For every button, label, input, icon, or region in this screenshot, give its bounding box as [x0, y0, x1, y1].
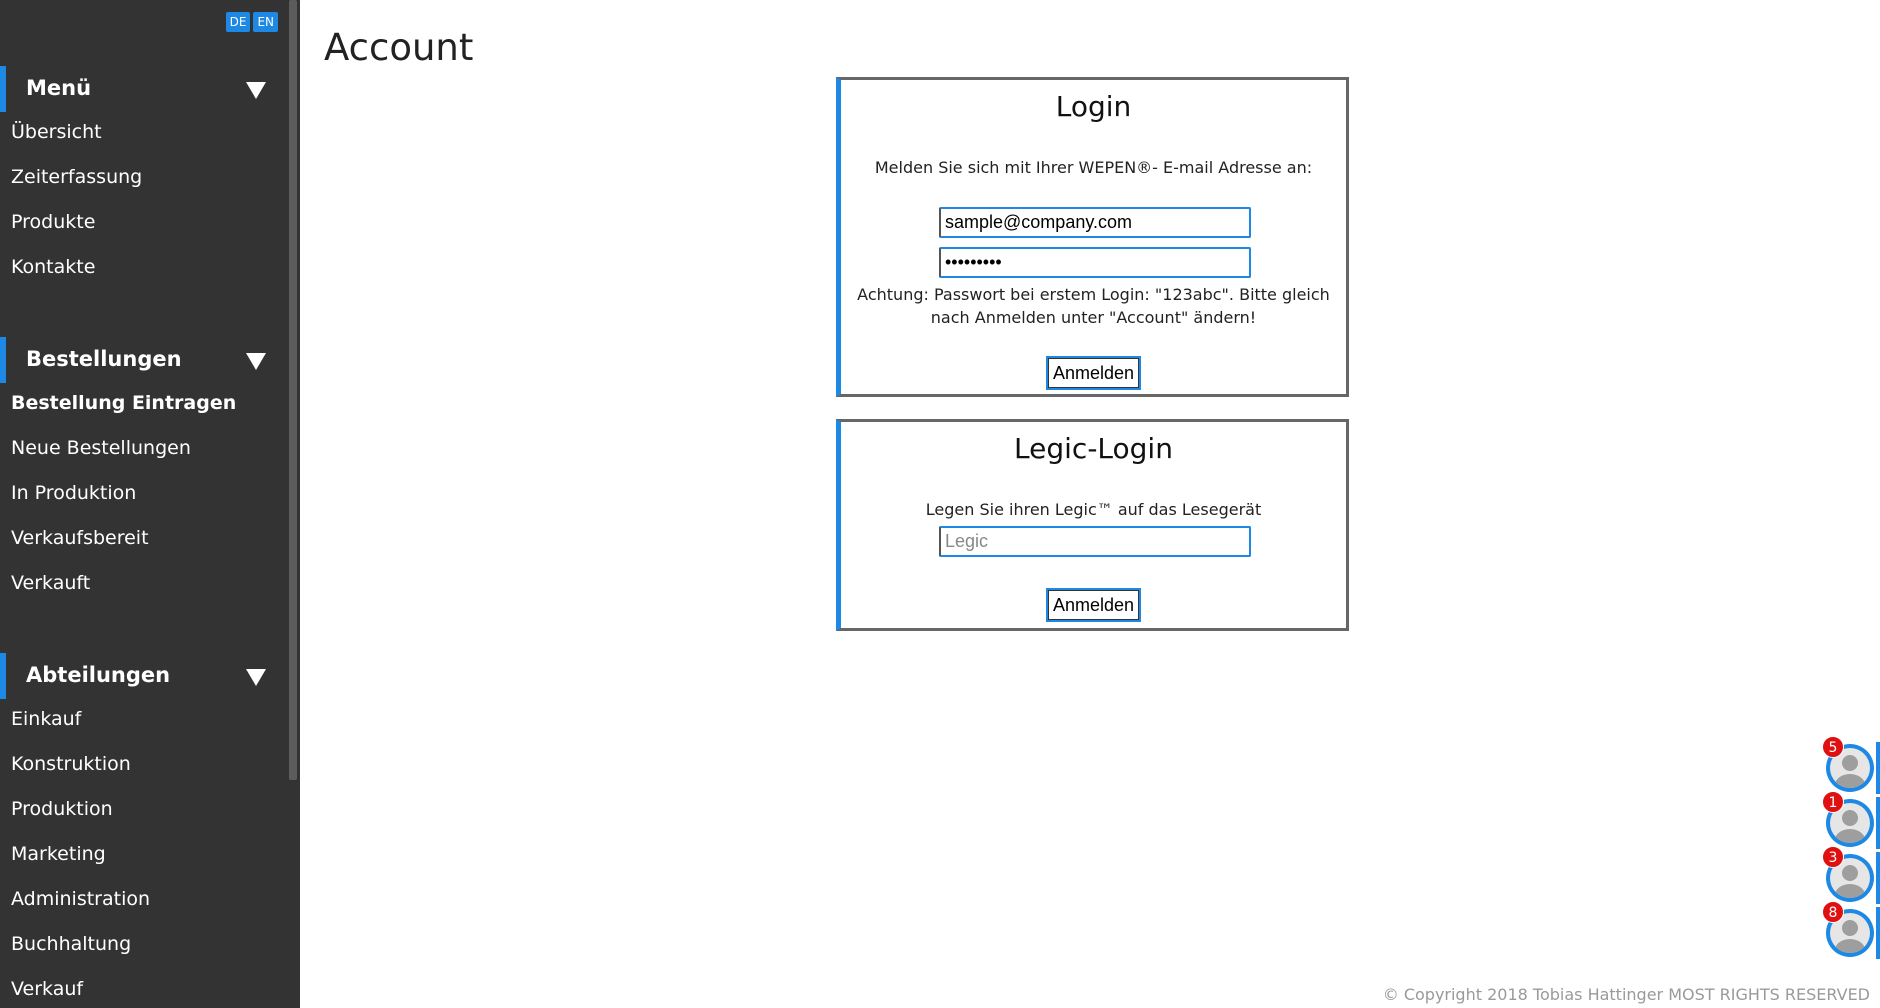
collapse-triangle-icon[interactable]: [246, 669, 266, 686]
sidebar-section-bestellungen[interactable]: Bestellungen: [0, 337, 289, 383]
avatar-edge: [1876, 852, 1880, 904]
login-card: Login Melden Sie sich mit Ihrer WEPEN®- …: [836, 77, 1349, 397]
copyright-footer: © Copyright 2018 Tobias Hattinger MOST R…: [1382, 985, 1870, 1004]
legic-input[interactable]: [939, 526, 1251, 557]
sidebar-item-produkte[interactable]: Produkte: [11, 211, 95, 233]
notification-badge: 1: [1822, 791, 1844, 813]
contact-avatar[interactable]: 5: [1822, 736, 1880, 794]
collapse-triangle-icon[interactable]: [246, 353, 266, 370]
sidebar-scrollbar[interactable]: [289, 0, 297, 780]
sidebar-section-abteilungen[interactable]: Abteilungen: [0, 653, 289, 699]
sidebar-item-bestellung-eintragen[interactable]: Bestellung Eintragen: [11, 392, 236, 414]
sidebar-item-neue-bestellungen[interactable]: Neue Bestellungen: [11, 437, 191, 459]
language-switcher: DE EN: [225, 12, 278, 32]
section-accent-bar: [0, 337, 6, 383]
sidebar-section-title: Bestellungen: [26, 347, 182, 371]
sidebar-section-menu[interactable]: Menü: [0, 66, 289, 112]
legic-login-title: Legic-Login: [1014, 432, 1173, 465]
legic-submit-button[interactable]: Anmelden: [1046, 588, 1141, 622]
sidebar-section-title: Menü: [26, 76, 92, 100]
notification-badge: 5: [1822, 736, 1844, 758]
avatar-edge: [1876, 742, 1880, 794]
page-title: Account: [324, 26, 474, 69]
section-accent-bar: [0, 653, 6, 699]
login-submit-button[interactable]: Anmelden: [1046, 356, 1141, 390]
login-title: Login: [1055, 90, 1132, 123]
legic-login-card: Legic-Login Legen Sie ihren Legic™ auf d…: [836, 419, 1349, 631]
sidebar: DE EN Menü Übersicht Zeiterfassung Produ…: [0, 0, 300, 1008]
notification-badge: 8: [1822, 901, 1844, 923]
avatar-edge: [1876, 907, 1880, 959]
sidebar-item-uebersicht[interactable]: Übersicht: [11, 121, 102, 143]
login-warning: Achtung: Passwort bei erstem Login: "123…: [857, 285, 1330, 327]
sidebar-item-verkauf[interactable]: Verkauf: [11, 978, 83, 1000]
section-accent-bar: [0, 66, 6, 112]
legic-instruction: Legen Sie ihren Legic™ auf das Lesegerät: [925, 500, 1262, 519]
notification-badge: 3: [1822, 846, 1844, 868]
sidebar-item-konstruktion[interactable]: Konstruktion: [11, 753, 131, 775]
collapse-triangle-icon[interactable]: [246, 82, 266, 99]
language-en-button[interactable]: EN: [253, 12, 278, 32]
sidebar-item-administration[interactable]: Administration: [11, 888, 150, 910]
login-instruction: Melden Sie sich mit Ihrer WEPEN®- E-mail…: [874, 158, 1313, 177]
email-input[interactable]: [939, 207, 1251, 238]
sidebar-item-produktion[interactable]: Produktion: [11, 798, 113, 820]
sidebar-item-verkauft[interactable]: Verkauft: [11, 572, 90, 594]
sidebar-item-buchhaltung[interactable]: Buchhaltung: [11, 933, 131, 955]
sidebar-item-in-produktion[interactable]: In Produktion: [11, 482, 136, 504]
language-de-button[interactable]: DE: [225, 12, 251, 32]
contact-avatar[interactable]: 1: [1822, 791, 1880, 849]
contact-avatar[interactable]: 3: [1822, 846, 1880, 904]
avatar-edge: [1876, 797, 1880, 849]
sidebar-item-zeiterfassung[interactable]: Zeiterfassung: [11, 166, 142, 188]
sidebar-item-einkauf[interactable]: Einkauf: [11, 708, 81, 730]
sidebar-item-kontakte[interactable]: Kontakte: [11, 256, 95, 278]
sidebar-section-title: Abteilungen: [26, 663, 171, 687]
sidebar-item-marketing[interactable]: Marketing: [11, 843, 106, 865]
sidebar-item-verkaufsbereit[interactable]: Verkaufsbereit: [11, 527, 149, 549]
password-input[interactable]: [939, 247, 1251, 278]
contact-avatar[interactable]: 8: [1822, 901, 1880, 959]
